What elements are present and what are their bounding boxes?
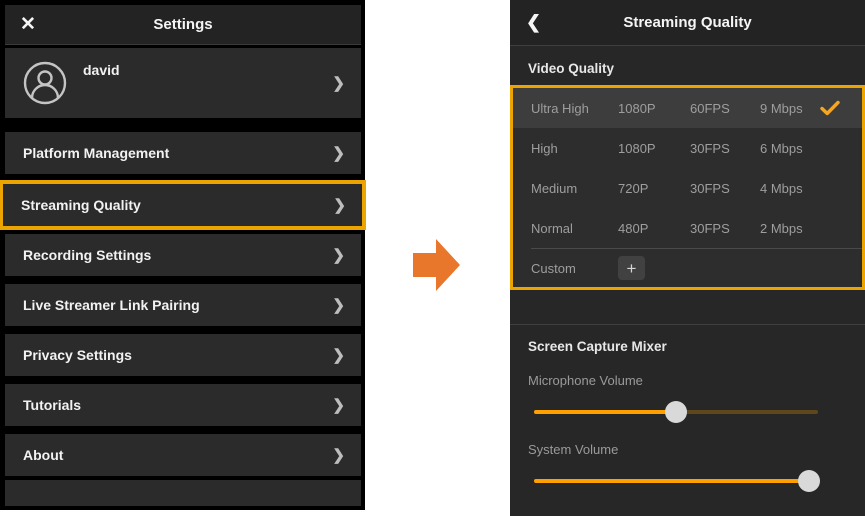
quality-option-normal[interactable]: Normal 480P 30FPS 2 Mbps — [513, 208, 862, 248]
video-quality-label: Video Quality — [510, 46, 865, 85]
add-custom-quality-button[interactable]: + — [618, 256, 645, 280]
system-volume-label: System Volume — [528, 442, 847, 457]
menu-label: Platform Management — [23, 145, 169, 161]
menu-item-streaming-quality[interactable]: Streaming Quality ❯ — [3, 184, 362, 226]
chevron-right-icon: ❯ — [332, 346, 345, 364]
quality-option-medium[interactable]: Medium 720P 30FPS 4 Mbps — [513, 168, 862, 208]
slider-fill — [534, 410, 676, 414]
menu-item-tutorials[interactable]: Tutorials ❯ — [5, 384, 361, 426]
quality-resolution: 1080P — [618, 101, 690, 116]
settings-menu: Platform Management ❯ Streaming Quality … — [5, 132, 361, 506]
slider-thumb[interactable] — [665, 401, 687, 423]
mixer-title: Screen Capture Mixer — [528, 339, 847, 354]
menu-label: Recording Settings — [23, 247, 151, 263]
quality-option-high[interactable]: High 1080P 30FPS 6 Mbps — [513, 128, 862, 168]
quality-fps: 30FPS — [690, 181, 760, 196]
streaming-quality-title: Streaming Quality — [510, 14, 865, 31]
menu-label: About — [23, 447, 63, 463]
menu-label: Tutorials — [23, 397, 81, 413]
streaming-quality-header: ❮ Streaming Quality — [510, 0, 865, 46]
microphone-volume-label: Microphone Volume — [528, 373, 847, 388]
streaming-quality-screen: ❮ Streaming Quality Video Quality Ultra … — [510, 0, 865, 516]
settings-header: ✕ Settings — [5, 5, 361, 45]
menu-item-privacy-settings[interactable]: Privacy Settings ❯ — [5, 334, 361, 376]
profile-username: david — [83, 62, 332, 78]
screenshot-stage: ✕ Settings david ❯ Platform Management ❯… — [0, 0, 865, 516]
chevron-right-icon: ❯ — [332, 144, 345, 162]
custom-label: Custom — [531, 261, 618, 276]
quality-resolution: 720P — [618, 181, 690, 196]
transition-arrow-icon — [413, 238, 461, 292]
quality-bitrate: 6 Mbps — [760, 141, 820, 156]
quality-option-custom: Custom + — [513, 249, 862, 287]
quality-resolution: 480P — [618, 221, 690, 236]
avatar-icon — [23, 61, 67, 105]
quality-fps: 30FPS — [690, 221, 760, 236]
quality-name: Ultra High — [531, 101, 618, 116]
streaming-quality-highlight-ring: Streaming Quality ❯ — [0, 180, 366, 230]
quality-bitrate: 4 Mbps — [760, 181, 820, 196]
menu-item-live-streamer-link-pairing[interactable]: Live Streamer Link Pairing ❯ — [5, 284, 361, 326]
slider-thumb[interactable] — [798, 470, 820, 492]
menu-label: Privacy Settings — [23, 347, 132, 363]
quality-name: Medium — [531, 181, 618, 196]
empty-list-row — [5, 480, 361, 506]
chevron-right-icon: ❯ — [333, 196, 346, 214]
slider-fill — [534, 479, 809, 483]
quality-bitrate: 2 Mbps — [760, 221, 820, 236]
video-quality-table-highlight-ring: Ultra High 1080P 60FPS 9 Mbps High 1080P… — [510, 85, 865, 290]
chevron-right-icon: ❯ — [332, 74, 345, 92]
quality-name: High — [531, 141, 618, 156]
quality-resolution: 1080P — [618, 141, 690, 156]
microphone-volume-slider[interactable] — [534, 401, 818, 423]
menu-item-platform-management[interactable]: Platform Management ❯ — [5, 132, 361, 174]
quality-option-ultra-high[interactable]: Ultra High 1080P 60FPS 9 Mbps — [513, 88, 862, 128]
check-icon — [820, 100, 840, 116]
screen-capture-mixer-section: Screen Capture Mixer Microphone Volume S… — [510, 325, 865, 492]
menu-item-recording-settings[interactable]: Recording Settings ❯ — [5, 234, 361, 276]
settings-screen: ✕ Settings david ❯ Platform Management ❯… — [0, 0, 365, 510]
quality-fps: 60FPS — [690, 101, 760, 116]
quality-fps: 30FPS — [690, 141, 760, 156]
system-volume-slider[interactable] — [534, 470, 818, 492]
chevron-right-icon: ❯ — [332, 396, 345, 414]
menu-label: Streaming Quality — [21, 197, 141, 213]
chevron-right-icon: ❯ — [332, 446, 345, 464]
quality-name: Normal — [531, 221, 618, 236]
menu-item-about[interactable]: About ❯ — [5, 434, 361, 476]
quality-bitrate: 9 Mbps — [760, 101, 820, 116]
chevron-right-icon: ❯ — [332, 246, 345, 264]
menu-label: Live Streamer Link Pairing — [23, 297, 200, 313]
profile-row[interactable]: david ❯ — [5, 48, 361, 118]
chevron-right-icon: ❯ — [332, 296, 345, 314]
settings-title: Settings — [5, 16, 361, 33]
